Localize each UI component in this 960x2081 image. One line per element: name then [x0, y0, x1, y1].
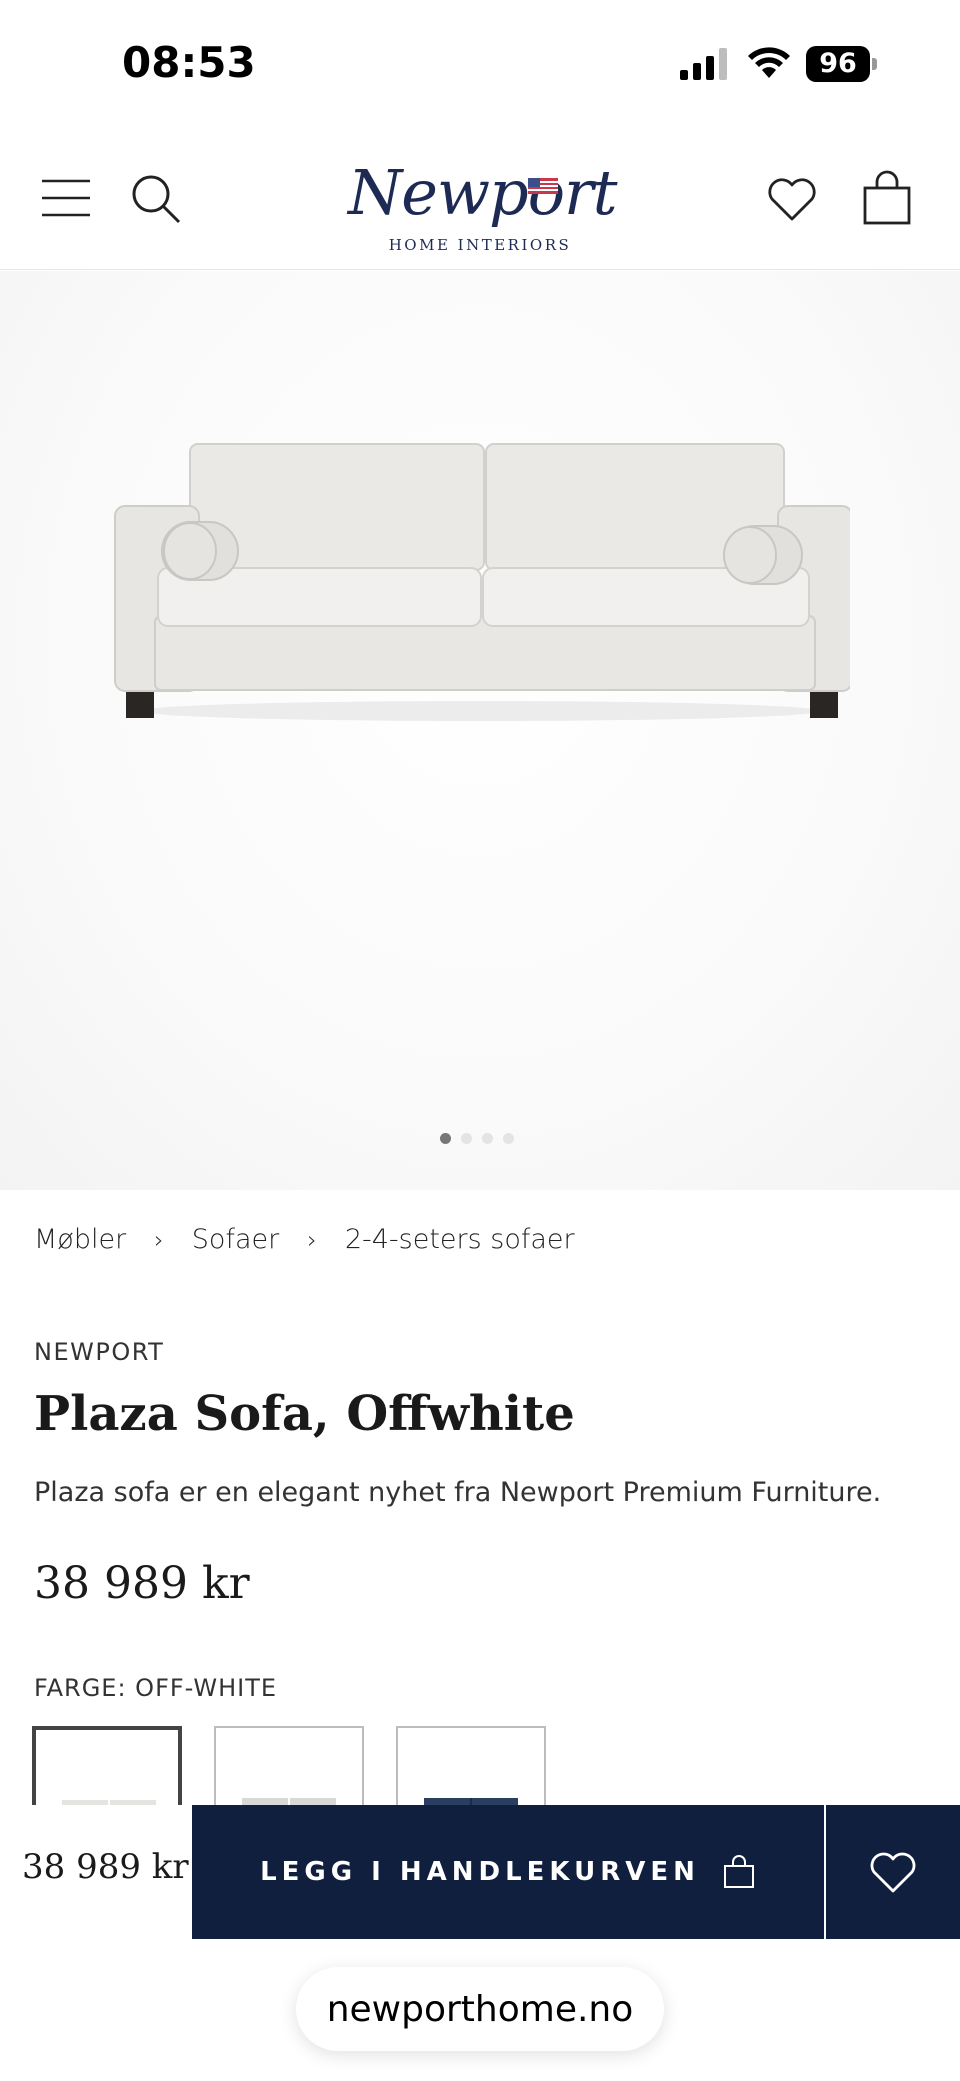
breadcrumb: Møbler › Sofaer › 2-4-seters sofaer — [34, 1224, 575, 1255]
product-title: Plaza Sofa, Offwhite — [34, 1386, 575, 1442]
heart-icon — [870, 1852, 916, 1893]
product-description: Plaza sofa er en elegant nyhet fra Newpo… — [34, 1477, 882, 1508]
status-bar: 08:53 96 — [0, 0, 960, 130]
pagination-dot-active[interactable] — [440, 1133, 451, 1144]
chevron-right-icon: › — [307, 1225, 317, 1254]
sticky-buy-bar: 38 989 kr LEGG I HANDLEKURVEN — [0, 1805, 960, 1939]
heart-icon[interactable] — [766, 173, 818, 225]
browser-url-bar[interactable]: newporthome.no — [296, 1967, 664, 2051]
search-icon[interactable] — [130, 173, 182, 225]
sofa-image — [114, 443, 850, 721]
buybar-price: 38 989 kr — [22, 1847, 189, 1887]
bag-icon — [723, 1855, 754, 1888]
gallery-pagination — [440, 1133, 520, 1147]
swatch-off-white[interactable] — [32, 1726, 182, 1816]
product-brand[interactable]: NEWPORT — [34, 1338, 164, 1366]
swatch-light-grey[interactable] — [214, 1726, 364, 1816]
breadcrumb-item-mobler[interactable]: Møbler — [34, 1224, 126, 1255]
color-label: FARGE: OFF-WHITE — [34, 1674, 278, 1702]
add-to-wishlist-button[interactable] — [826, 1805, 960, 1939]
site-header: Newport HOME INTERIORS — [0, 130, 960, 270]
breadcrumb-item-2-4-seters[interactable]: 2-4-seters sofaer — [345, 1224, 575, 1255]
logo-tagline: HOME INTERIORS — [388, 236, 572, 254]
product-price: 38 989 kr — [34, 1558, 250, 1609]
battery-level: 96 — [806, 46, 870, 82]
cellular-signal-icon — [680, 48, 727, 80]
battery-icon: 96 — [806, 46, 877, 82]
swatch-navy[interactable] — [396, 1726, 546, 1816]
wifi-icon — [748, 47, 790, 78]
bag-icon[interactable] — [862, 170, 912, 226]
status-time: 08:53 — [122, 38, 256, 87]
chevron-right-icon: › — [154, 1225, 164, 1254]
breadcrumb-item-sofaer[interactable]: Sofaer — [192, 1224, 279, 1255]
add-to-cart-button[interactable]: LEGG I HANDLEKURVEN — [192, 1805, 824, 1939]
pagination-dot[interactable] — [503, 1133, 514, 1144]
site-logo[interactable]: Newport HOME INTERIORS — [330, 148, 630, 258]
pagination-dot[interactable] — [482, 1133, 493, 1144]
add-to-cart-label: LEGG I HANDLEKURVEN — [260, 1857, 700, 1887]
pagination-dot[interactable] — [461, 1133, 472, 1144]
logo-wordmark: Newport — [348, 156, 618, 229]
menu-icon[interactable] — [40, 177, 92, 219]
product-gallery[interactable] — [0, 271, 960, 1190]
us-flag-icon — [528, 178, 558, 194]
